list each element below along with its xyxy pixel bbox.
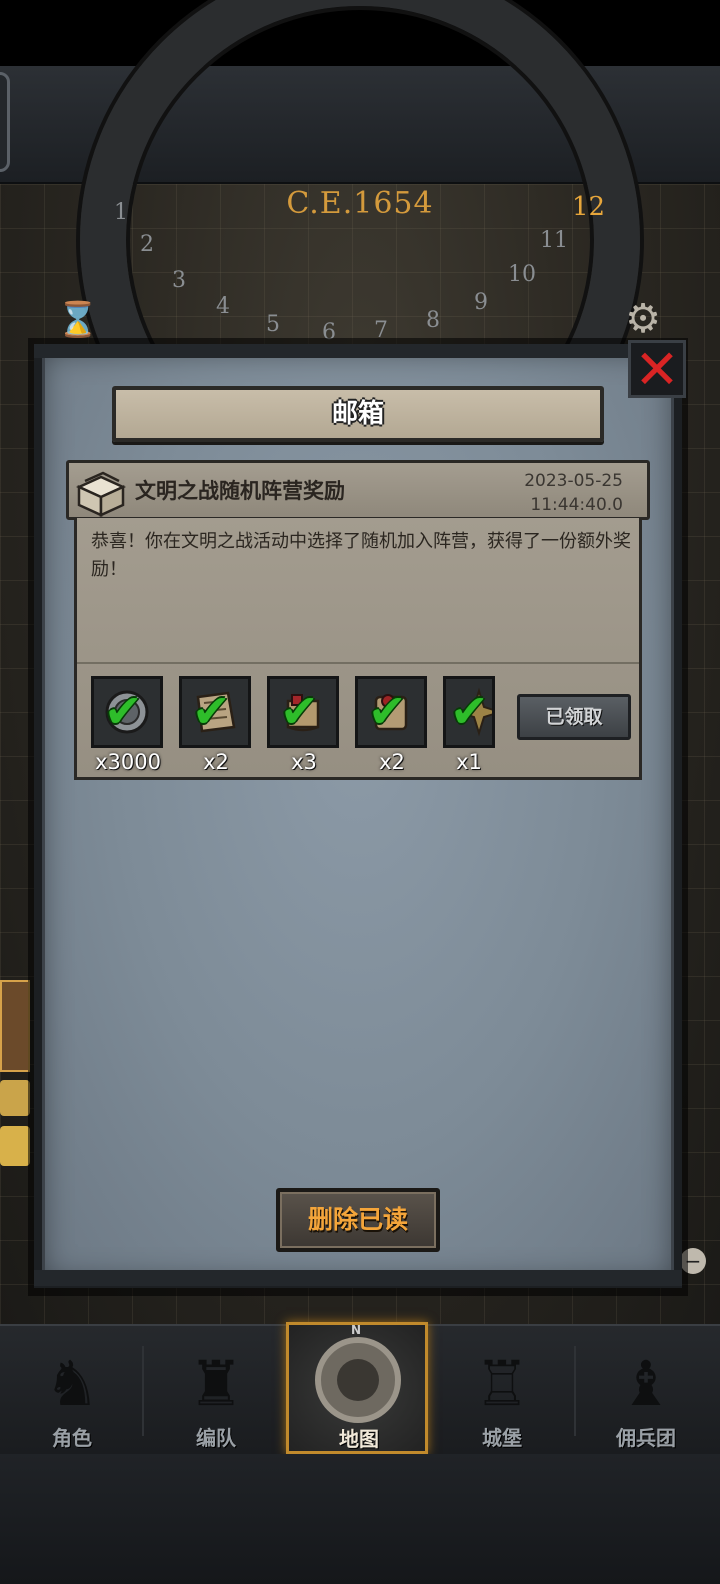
claimed-button[interactable]: 已领取 — [517, 694, 631, 740]
rewards-divider — [77, 662, 639, 664]
reward-quantity: x1 — [456, 750, 482, 774]
nav-item-character[interactable]: ♞ 角色 — [2, 1326, 142, 1454]
dial-number-5: 5 — [266, 312, 280, 337]
mail-content: 恭喜！你在文明之战活动中选择了随机加入阵营，获得了一份额外奖励！ ✔ x3000… — [74, 518, 642, 780]
bottom-nav: ♞ 角色 ♜ 编队 N 地图 ♖ 城堡 ♝ 佣兵团 — [0, 1322, 720, 1454]
claimed-check-icon: ✔ — [368, 684, 407, 738]
dial-number-3: 3 — [172, 268, 186, 293]
reward-slot: ✔ — [443, 676, 495, 748]
reward-item[interactable]: ✔ x2 — [355, 676, 429, 774]
nav-label: 佣兵团 — [616, 1426, 676, 1450]
left-side-tabs — [0, 980, 30, 1270]
reward-item[interactable]: ✔ x3 — [267, 676, 341, 774]
side-target-tab[interactable] — [0, 1080, 30, 1116]
reward-quantity: x2 — [203, 750, 229, 774]
reward-slot: ✔ — [91, 676, 163, 748]
mail-body-text: 恭喜！你在文明之战活动中选择了随机加入阵营，获得了一份额外奖励！ — [91, 531, 631, 580]
claimed-check-icon: ✔ — [104, 684, 143, 738]
claimed-check-icon: ✔ — [450, 684, 489, 738]
nav-label: 角色 — [52, 1426, 92, 1450]
mail-time: 11:44:40.0 — [530, 495, 623, 515]
treasure-chest-icon — [75, 471, 127, 517]
nav-item-map[interactable]: N 地图 — [286, 1322, 428, 1454]
compass-icon — [315, 1337, 401, 1423]
era-label: C.E.1654 — [286, 186, 434, 221]
reward-slot: ✔ — [355, 676, 427, 748]
reward-item[interactable]: ✔ x2 — [179, 676, 253, 774]
dialog-frame-bottom — [34, 1270, 682, 1286]
dialog-frame-top — [34, 344, 682, 358]
knight-icon: ♞ — [44, 1347, 100, 1420]
reward-item[interactable]: ✔ x3000 — [91, 676, 165, 774]
side-search-tab[interactable] — [0, 1126, 30, 1166]
claimed-check-icon: ✔ — [280, 684, 319, 738]
nav-item-formation[interactable]: ♜ 编队 — [146, 1326, 286, 1454]
reward-quantity: x3000 — [95, 750, 161, 774]
compass-north-label: N — [350, 1323, 362, 1337]
mercenary-icon: ♝ — [618, 1347, 674, 1420]
dial-number-9: 9 — [474, 290, 488, 315]
nav-label: 编队 — [196, 1426, 236, 1450]
dial-number-1: 1 — [114, 200, 128, 225]
close-icon[interactable]: ✕ — [628, 340, 686, 398]
reward-quantity: x2 — [379, 750, 405, 774]
reward-slot: ✔ — [267, 676, 339, 748]
mail-timestamp: 2023-05-25 11:44:40.0 — [524, 469, 623, 517]
reward-item[interactable]: ✔ x1 — [443, 676, 495, 774]
dial-number-8: 8 — [426, 308, 440, 333]
reward-quantity: x3 — [291, 750, 317, 774]
nav-divider — [142, 1346, 144, 1436]
mail-date: 2023-05-25 — [524, 471, 623, 491]
nav-item-mercenary[interactable]: ♝ 佣兵团 — [576, 1326, 716, 1454]
dialog-title-plate: 邮箱 — [112, 386, 604, 442]
mail-item-header[interactable]: 文明之战随机阵营奖励 2023-05-25 11:44:40.0 — [66, 460, 650, 520]
claimed-check-icon: ✔ — [192, 684, 231, 738]
mail-title: 文明之战随机阵营奖励 — [135, 479, 345, 503]
nav-label: 地图 — [339, 1427, 379, 1451]
reward-slot: ✔ — [179, 676, 251, 748]
castle-icon: ♖ — [474, 1347, 530, 1420]
dial-number-4: 4 — [216, 294, 230, 319]
top-bar-side-handle[interactable] — [0, 72, 10, 172]
dial-number-12: 12 — [572, 192, 606, 222]
nav-label: 城堡 — [482, 1426, 522, 1450]
dial-number-11: 11 — [540, 228, 568, 253]
system-nav-area — [0, 1454, 720, 1584]
side-event-tab[interactable] — [0, 980, 30, 1072]
nav-item-castle[interactable]: ♖ 城堡 — [432, 1326, 572, 1454]
dial-number-10: 10 — [508, 262, 536, 287]
delete-read-button[interactable]: 删除已读 — [276, 1188, 440, 1252]
dial-number-2: 2 — [140, 232, 154, 257]
helmet-icon: ♜ — [188, 1347, 244, 1420]
dialog-title: 邮箱 — [331, 399, 384, 429]
